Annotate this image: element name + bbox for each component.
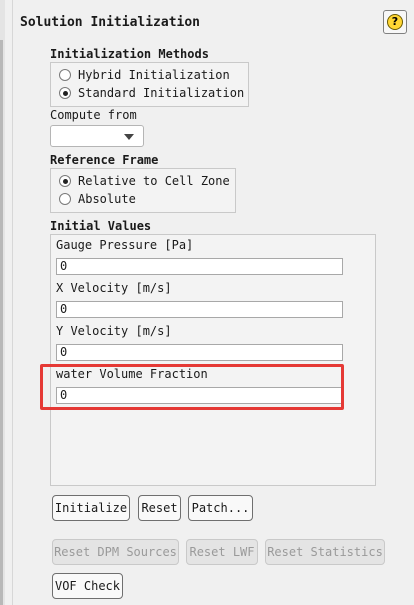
compute-from-label: Compute from [50,108,137,122]
reset-button[interactable]: Reset [138,495,181,521]
radio-label: Hybrid Initialization [78,68,230,82]
panel-title: Solution Initialization [20,15,201,30]
init-methods-heading: Initialization Methods [50,47,209,61]
y-velocity-input[interactable]: 0 [56,344,343,361]
init-methods-group: Hybrid Initialization Standard Initializ… [50,62,249,107]
compute-from-dropdown[interactable] [50,125,144,147]
radio-hybrid-initialization[interactable]: Hybrid Initialization [59,68,230,82]
chevron-down-icon [124,134,134,140]
radio-checked-icon [59,175,71,187]
reference-frame-heading: Reference Frame [50,153,159,167]
radio-label: Absolute [78,192,136,206]
help-button[interactable]: ? [383,10,407,34]
radio-label: Relative to Cell Zone [78,174,230,188]
initial-values-group: Gauge Pressure [Pa] 0 X Velocity [m/s] 0… [50,234,376,486]
reference-frame-group: Relative to Cell Zone Absolute [50,168,236,213]
radio-checked-icon [59,87,71,99]
help-icon: ? [387,14,403,30]
reset-statistics-button[interactable]: Reset Statistics [265,539,385,565]
x-velocity-label: X Velocity [m/s] [56,281,172,295]
highlight-box [40,364,344,410]
radio-label: Standard Initialization [78,86,245,100]
reset-lwf-button[interactable]: Reset LWF [186,539,258,565]
panel-edge [0,0,5,605]
gauge-pressure-label: Gauge Pressure [Pa] [56,238,194,252]
radio-unchecked-icon [59,193,71,205]
radio-unchecked-icon [59,69,71,81]
radio-relative-to-cell-zone[interactable]: Relative to Cell Zone [59,174,230,188]
y-velocity-label: Y Velocity [m/s] [56,324,172,338]
patch-button[interactable]: Patch... [188,495,253,521]
divider [12,0,13,605]
vof-check-button[interactable]: VOF Check [52,573,123,599]
radio-standard-initialization[interactable]: Standard Initialization [59,86,244,100]
gauge-pressure-input[interactable]: 0 [56,258,343,275]
reset-dpm-sources-button[interactable]: Reset DPM Sources [52,539,179,565]
initial-values-heading: Initial Values [50,219,152,233]
radio-absolute[interactable]: Absolute [59,192,136,206]
x-velocity-input[interactable]: 0 [56,301,343,318]
initialize-button[interactable]: Initialize [52,495,130,521]
